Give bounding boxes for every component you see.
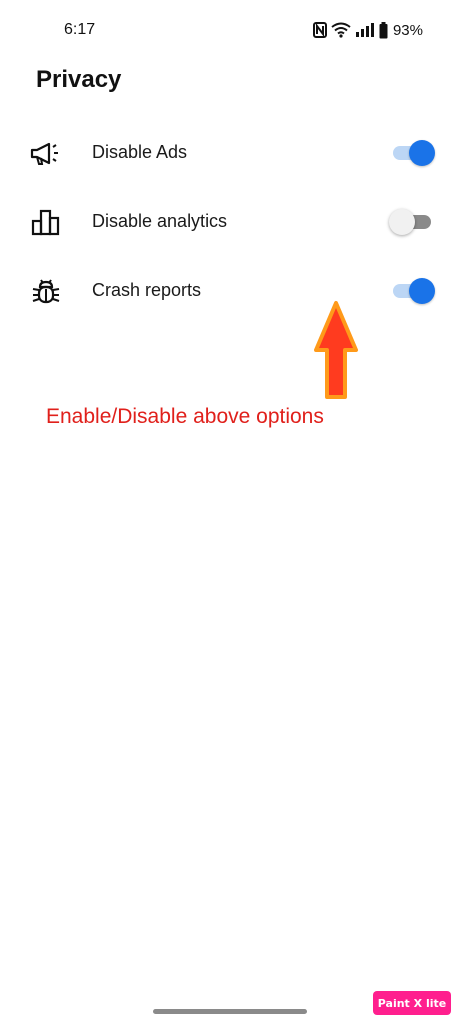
megaphone-icon [28, 137, 64, 169]
toggle-thumb [409, 139, 435, 166]
setting-label: Disable Ads [92, 142, 188, 162]
battery-icon [379, 21, 388, 39]
watermark-logo: Paint X lite [373, 991, 451, 1015]
disable-analytics-toggle[interactable] [389, 207, 435, 237]
status-bar: 6:17 93% [0, 0, 461, 60]
setting-label: Disable analytics [92, 211, 228, 231]
signal-icon [355, 22, 375, 38]
toggle-thumb [389, 208, 415, 235]
setting-row-crash-reports[interactable]: Crash reports [0, 256, 461, 325]
battery-percent: 93% [392, 21, 423, 39]
annotation-text: Enable/Disable above options [46, 405, 324, 428]
setting-row-disable-ads[interactable]: Disable Ads [0, 118, 461, 187]
crash-reports-toggle[interactable] [389, 276, 435, 306]
annotation-arrow-up-icon [312, 300, 360, 400]
status-time: 6:17 [64, 21, 96, 38]
disable-ads-toggle[interactable] [389, 138, 435, 168]
nfc-icon [312, 22, 327, 38]
gesture-navigation-bar[interactable] [153, 1009, 307, 1014]
setting-label: Crash reports [92, 280, 202, 300]
wifi-icon [331, 22, 351, 38]
settings-list: Disable Ads Disable analytics Crash repo… [0, 118, 461, 325]
setting-row-disable-analytics[interactable]: Disable analytics [0, 187, 461, 256]
toggle-thumb [409, 277, 435, 304]
status-icons: 93% [312, 19, 423, 41]
privacy-screen: 6:17 93% Privacy Disable Ads Disable ana… [0, 0, 461, 1024]
page-title: Privacy [36, 66, 122, 93]
bug-icon [28, 275, 64, 307]
bar-chart-icon [28, 206, 64, 238]
